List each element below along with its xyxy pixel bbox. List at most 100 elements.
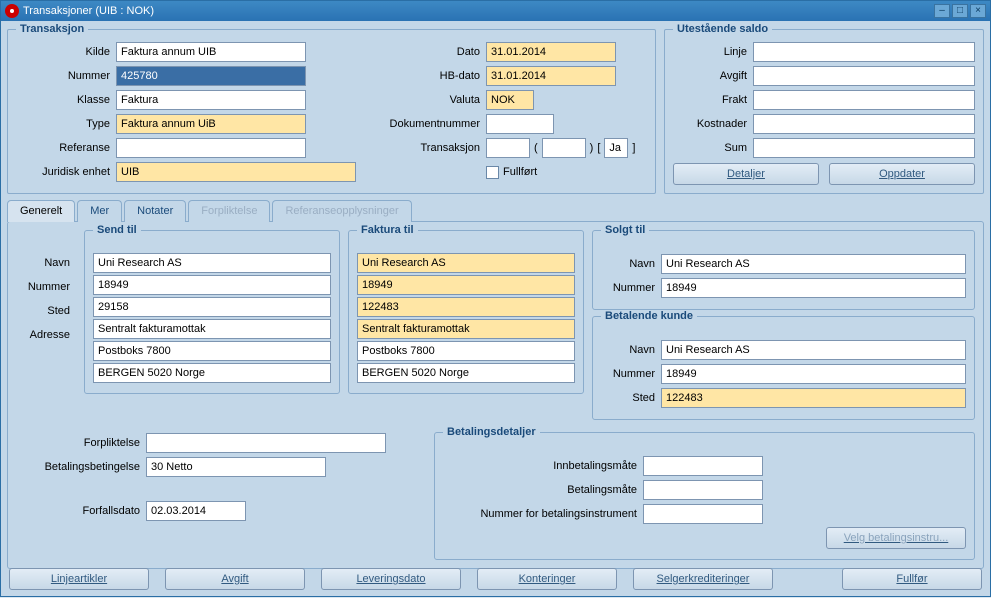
referanse-field[interactable] <box>116 138 306 158</box>
utestaende-legend: Utestående saldo <box>673 23 772 35</box>
fakturatil-legend: Faktura til <box>357 224 418 236</box>
tab-referanseopplysninger[interactable]: Referanseopplysninger <box>272 200 411 222</box>
tab-panel-generelt: Navn Nummer Sted Adresse Send til <box>7 221 984 569</box>
solgttil-navn-label: Navn <box>601 258 661 270</box>
doknr-field[interactable] <box>486 114 554 134</box>
betalende-navn-field[interactable] <box>661 340 966 360</box>
fullfort-checkbox[interactable] <box>486 166 499 179</box>
fakturatil-adresse3-field[interactable] <box>357 363 575 383</box>
solgttil-nummer-field[interactable] <box>661 278 966 298</box>
dato-field[interactable] <box>486 42 616 62</box>
avgift-button[interactable]: Avgift <box>165 568 305 590</box>
valuta-field[interactable] <box>486 90 534 110</box>
tab-forpliktelse[interactable]: Forpliktelse <box>188 200 270 222</box>
frakt-label: Frakt <box>673 94 753 106</box>
sum-label: Sum <box>673 142 753 154</box>
bet-field[interactable] <box>146 457 326 477</box>
betalende-group: Betalende kunde Navn Nummer Sted <box>592 316 975 420</box>
betalende-nummer-field[interactable] <box>661 364 966 384</box>
nummer-field[interactable] <box>116 66 306 86</box>
betalende-sted-field[interactable] <box>661 388 966 408</box>
referanse-label: Referanse <box>16 142 116 154</box>
betalende-sted-label: Sted <box>601 392 661 404</box>
sendtil-adresse-label: Adresse <box>16 329 76 341</box>
forpliktelse-field[interactable] <box>146 433 386 453</box>
leveringsdato-button[interactable]: Leveringsdato <box>321 568 461 590</box>
betmate-field[interactable] <box>643 480 763 500</box>
juridisk-field[interactable] <box>116 162 356 182</box>
type-label: Type <box>16 118 116 130</box>
trans-ja-field[interactable] <box>604 138 628 158</box>
fullfort-label: Fullført <box>503 166 537 178</box>
linje-label: Linje <box>673 46 753 58</box>
innbet-field[interactable] <box>643 456 763 476</box>
solgttil-group: Solgt til Navn Nummer <box>592 230 975 310</box>
minimize-button[interactable]: – <box>934 4 950 18</box>
instr-label: Nummer for betalingsinstrument <box>443 508 643 520</box>
kilde-field[interactable] <box>116 42 306 62</box>
oppdater-button[interactable]: Oppdater <box>829 163 975 185</box>
betalende-legend: Betalende kunde <box>601 310 697 322</box>
bet-label: Betalingsbetingelse <box>16 461 146 473</box>
footer-buttons: Linjeartikler Avgift Leveringsdato Konte… <box>9 568 982 590</box>
kostnader-field[interactable] <box>753 114 975 134</box>
frakt-field[interactable] <box>753 90 975 110</box>
betalende-nummer-label: Nummer <box>601 368 661 380</box>
titlebar[interactable]: Transaksjoner (UIB : NOK) – □ × <box>1 1 990 21</box>
selgerkrediteringer-button[interactable]: Selgerkrediteringer <box>633 568 773 590</box>
konteringer-button[interactable]: Konteringer <box>477 568 617 590</box>
sendtil-group: Send til <box>84 230 340 394</box>
sendtil-adresse2-field[interactable] <box>93 341 331 361</box>
detaljer-button[interactable]: Detaljer <box>673 163 819 185</box>
sum-field[interactable] <box>753 138 975 158</box>
klasse-field[interactable] <box>116 90 306 110</box>
forfall-field[interactable] <box>146 501 246 521</box>
betdetaljer-legend: Betalingsdetaljer <box>443 426 540 438</box>
tab-notater[interactable]: Notater <box>124 200 186 222</box>
hbdato-label: HB-dato <box>366 70 486 82</box>
forfall-label: Forfallsdato <box>16 505 146 517</box>
linjeartikler-button[interactable]: Linjeartikler <box>9 568 149 590</box>
tab-generelt[interactable]: Generelt <box>7 200 75 222</box>
utestaende-group: Utestående saldo Linje Avgift Frakt Kost… <box>664 23 984 194</box>
valuta-label: Valuta <box>366 94 486 106</box>
fakturatil-sted-field[interactable] <box>357 297 575 317</box>
sendtil-navn-label: Navn <box>16 257 76 269</box>
window-title: Transaksjoner (UIB : NOK) <box>23 5 934 17</box>
fakturatil-nummer-field[interactable] <box>357 275 575 295</box>
maximize-button[interactable]: □ <box>952 4 968 18</box>
fakturatil-navn-field[interactable] <box>357 253 575 273</box>
solgttil-nummer-label: Nummer <box>601 282 661 294</box>
avgift-field[interactable] <box>753 66 975 86</box>
sendtil-nummer-label: Nummer <box>16 281 76 293</box>
oracle-icon <box>5 4 19 18</box>
sendtil-adresse3-field[interactable] <box>93 363 331 383</box>
sendtil-adresse1-field[interactable] <box>93 319 331 339</box>
fullfor-button[interactable]: Fullfør <box>842 568 982 590</box>
nummer-label: Nummer <box>16 70 116 82</box>
sendtil-legend: Send til <box>93 224 141 236</box>
solgttil-navn-field[interactable] <box>661 254 966 274</box>
trans2-field[interactable] <box>542 138 586 158</box>
kilde-label: Kilde <box>16 46 116 58</box>
sendtil-navn-field[interactable] <box>93 253 331 273</box>
betmate-label: Betalingsmåte <box>443 484 643 496</box>
instr-field[interactable] <box>643 504 763 524</box>
fakturatil-adresse2-field[interactable] <box>357 341 575 361</box>
trans-label: Transaksjon <box>366 142 486 154</box>
trans1-field[interactable] <box>486 138 530 158</box>
tab-mer[interactable]: Mer <box>77 200 122 222</box>
kostnader-label: Kostnader <box>673 118 753 130</box>
sendtil-sted-field[interactable] <box>93 297 331 317</box>
fakturatil-adresse1-field[interactable] <box>357 319 575 339</box>
linje-field[interactable] <box>753 42 975 62</box>
velg-betalingsinstrument-button[interactable]: Velg betalingsinstru... <box>826 527 966 549</box>
fakturatil-group: Faktura til <box>348 230 584 394</box>
hbdato-field[interactable] <box>486 66 616 86</box>
transaksjon-group: Transaksjon Kilde Nummer Klasse Type Ref… <box>7 23 656 194</box>
dato-label: Dato <box>366 46 486 58</box>
doknr-label: Dokumentnummer <box>366 118 486 130</box>
close-button[interactable]: × <box>970 4 986 18</box>
type-field[interactable] <box>116 114 306 134</box>
sendtil-nummer-field[interactable] <box>93 275 331 295</box>
